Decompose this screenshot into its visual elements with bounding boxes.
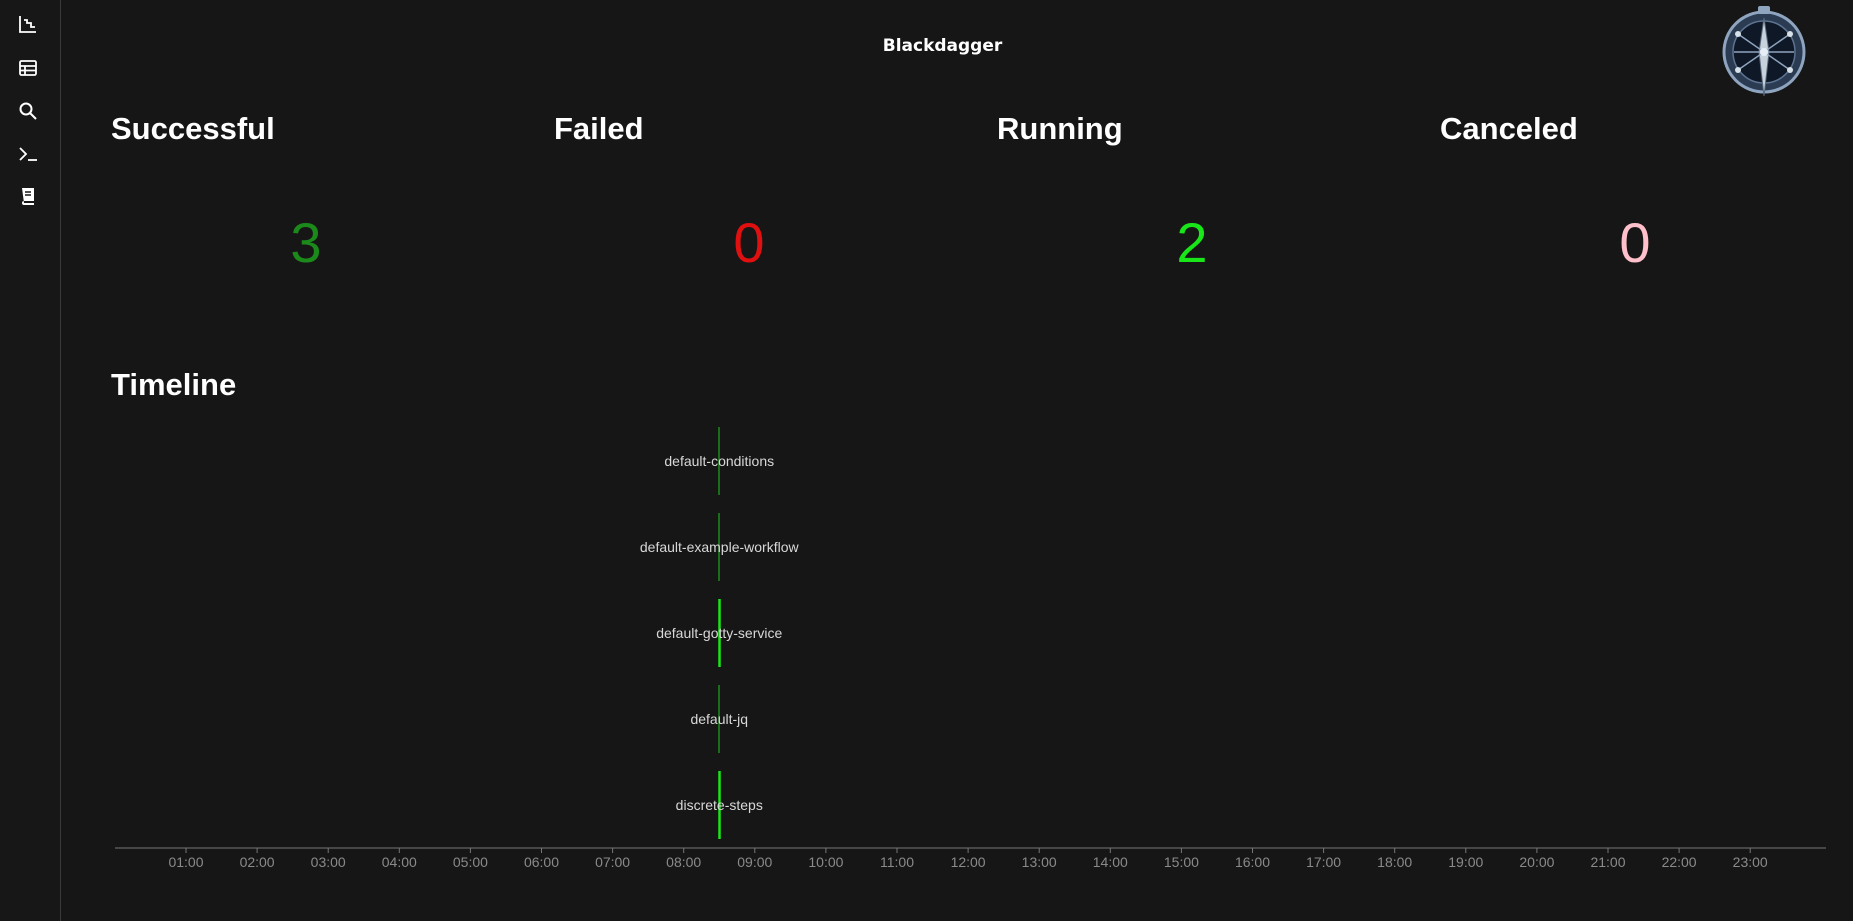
x-tick-label: 20:00 <box>1519 854 1554 870</box>
x-tick-label: 14:00 <box>1093 854 1128 870</box>
x-tick-label: 18:00 <box>1377 854 1412 870</box>
x-tick-label: 22:00 <box>1662 854 1697 870</box>
x-tick-label: 01:00 <box>168 854 203 870</box>
x-tick-label: 08:00 <box>666 854 701 870</box>
x-tick-label: 16:00 <box>1235 854 1270 870</box>
x-tick-label: 17:00 <box>1306 854 1341 870</box>
x-tick-label: 13:00 <box>1022 854 1057 870</box>
x-tick-label: 15:00 <box>1164 854 1199 870</box>
x-tick-label: 03:00 <box>311 854 346 870</box>
x-tick-label: 02:00 <box>240 854 275 870</box>
x-tick-label: 11:00 <box>880 854 914 870</box>
x-tick-label: 09:00 <box>737 854 772 870</box>
x-tick-label: 06:00 <box>524 854 559 870</box>
x-tick-label: 19:00 <box>1448 854 1483 870</box>
x-tick-label: 05:00 <box>453 854 488 870</box>
timeline-row-label[interactable]: default-example-workflow <box>640 539 800 555</box>
x-tick-label: 12:00 <box>951 854 986 870</box>
timeline-row-label[interactable]: default-gotty-service <box>656 625 782 641</box>
timeline-row-label[interactable]: default-jq <box>690 711 748 727</box>
x-tick-label: 07:00 <box>595 854 630 870</box>
timeline-row-label[interactable]: discrete-steps <box>676 797 763 813</box>
timeline-row-label[interactable]: default-conditions <box>664 453 774 469</box>
timeline-chart: 01:00 02:00 03:00 04:00 05:00 06:00 07:00 08:00… <box>115 427 1826 870</box>
x-tick-label: 10:00 <box>808 854 843 870</box>
x-tick-label: 04:00 <box>382 854 417 870</box>
x-tick-label: 21:00 <box>1590 854 1625 870</box>
x-tick-label: 23:00 <box>1733 854 1768 870</box>
